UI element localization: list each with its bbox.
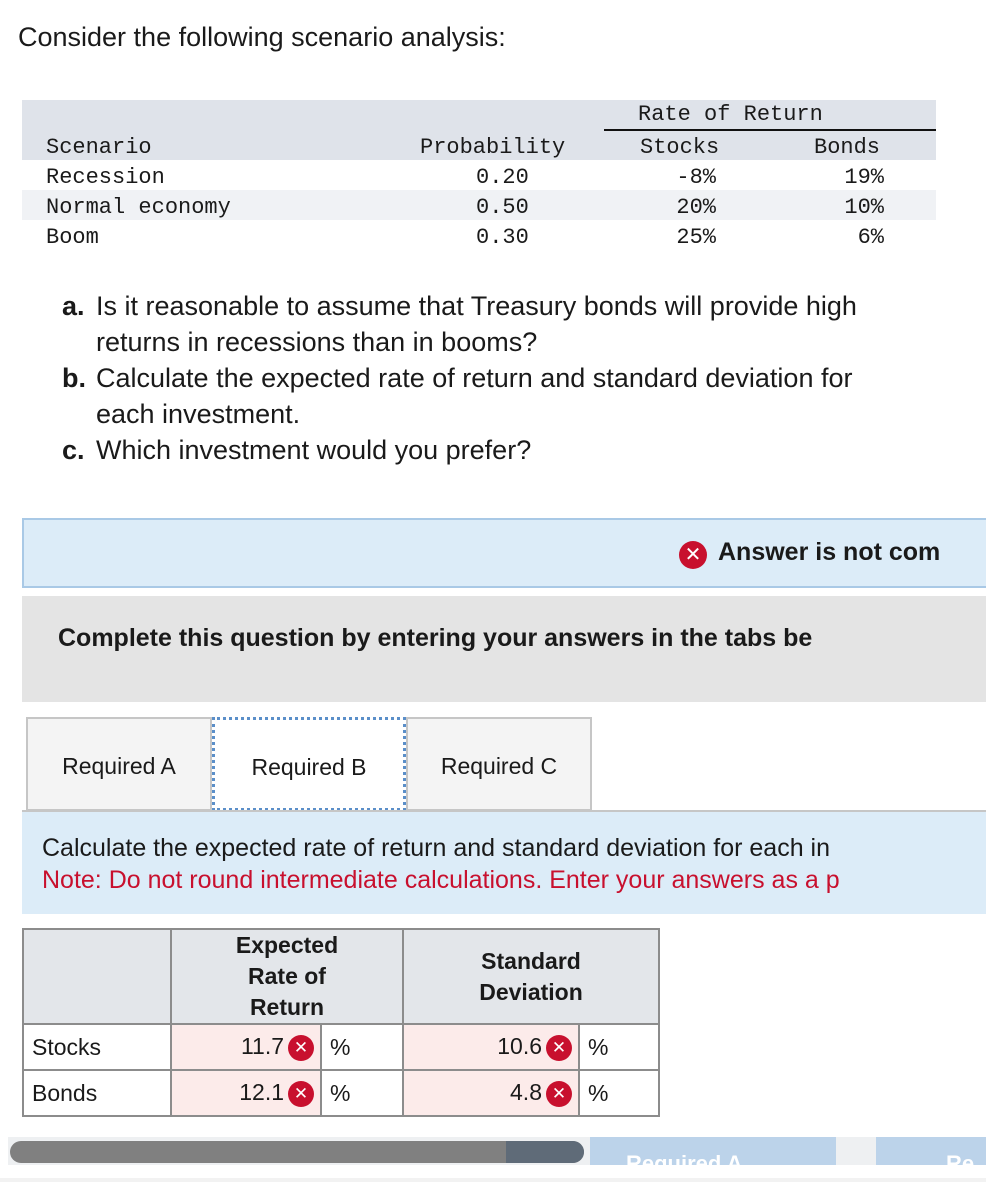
question-marker: a. bbox=[62, 291, 85, 321]
question-b: b. Calculate the expected rate of return… bbox=[62, 360, 986, 432]
question-marker: c. bbox=[62, 435, 85, 465]
corner-cell bbox=[22, 928, 172, 1025]
col-probability: Probability bbox=[420, 135, 566, 160]
tab-required-b[interactable]: Required B bbox=[212, 717, 406, 811]
error-x-icon: ✕ bbox=[679, 541, 707, 569]
row-label-stocks: Stocks bbox=[22, 1023, 172, 1071]
table-row: Stocks 11.7 ✕ % 10.6 ✕ % bbox=[22, 1023, 660, 1071]
col-bonds: Bonds bbox=[814, 135, 881, 160]
error-x-icon: ✕ bbox=[546, 1034, 572, 1061]
table-row: Bonds 12.1 ✕ % 4.8 ✕ % bbox=[22, 1069, 660, 1117]
header-rule bbox=[604, 129, 936, 131]
question-list: a. Is it reasonable to assume that Treas… bbox=[62, 288, 986, 468]
col-scenario: Scenario bbox=[46, 135, 152, 160]
percent-unit: % bbox=[578, 1069, 660, 1117]
header-line: Deviation bbox=[479, 978, 583, 1005]
std-dev-input-stocks[interactable]: 10.6 ✕ bbox=[402, 1023, 580, 1071]
row-label-bonds: Bonds bbox=[22, 1069, 172, 1117]
bottom-divider bbox=[0, 1178, 986, 1182]
question-text: Is it reasonable to assume that Treasury… bbox=[96, 291, 857, 321]
rate-of-return-header: Rate of Return bbox=[638, 102, 823, 127]
row-stocks: -8% bbox=[676, 165, 716, 190]
row-scenario: Recession bbox=[46, 165, 165, 190]
std-dev-header: Standard Deviation bbox=[402, 928, 660, 1025]
instructions-panel: Calculate the expected rate of return an… bbox=[22, 812, 986, 914]
question-text: each investment. bbox=[96, 399, 301, 429]
prev-required-button[interactable]: Required A bbox=[590, 1137, 836, 1165]
row-bonds: 19% bbox=[844, 165, 884, 190]
row-stocks: 20% bbox=[676, 195, 716, 220]
status-message: Answer is not com bbox=[718, 538, 941, 566]
scrollbar-thumb-end bbox=[506, 1141, 584, 1163]
row-bonds: 6% bbox=[857, 225, 884, 250]
header-line: Return bbox=[249, 994, 325, 1020]
answer-table: Expected Rate of Return Standard Deviati… bbox=[22, 928, 660, 1117]
percent-unit: % bbox=[320, 1069, 404, 1117]
instructions-note: Note: Do not round intermediate calculat… bbox=[42, 866, 840, 894]
complete-banner: Complete this question by entering your … bbox=[22, 596, 986, 702]
question-text: returns in recessions than in booms? bbox=[96, 327, 538, 357]
question-text: Which investment would you prefer? bbox=[96, 435, 532, 465]
scenario-table: Rate of Return Scenario Probability Stoc… bbox=[22, 100, 936, 250]
col-stocks: Stocks bbox=[640, 135, 720, 160]
error-x-icon: ✕ bbox=[546, 1080, 572, 1107]
tab-required-a[interactable]: Required A bbox=[26, 717, 212, 811]
row-bonds: 10% bbox=[844, 195, 884, 220]
prev-button-label: Required A bbox=[626, 1151, 743, 1165]
input-value: 11.7 bbox=[240, 1033, 284, 1060]
row-scenario: Boom bbox=[46, 225, 99, 250]
header-line: Rate of bbox=[248, 963, 326, 989]
answer-status-banner: ✕ Answer is not com bbox=[22, 518, 986, 588]
error-x-icon: ✕ bbox=[288, 1034, 314, 1061]
row-probability: 0.20 bbox=[476, 165, 529, 190]
question-c: c. Which investment would you prefer? bbox=[62, 432, 986, 468]
question-text: Calculate the expected rate of return an… bbox=[96, 363, 853, 393]
std-dev-input-bonds[interactable]: 4.8 ✕ bbox=[402, 1069, 580, 1117]
next-button-label: Re bbox=[946, 1151, 975, 1165]
tab-required-c[interactable]: Required C bbox=[406, 717, 592, 811]
expected-return-input-bonds[interactable]: 12.1 ✕ bbox=[170, 1069, 322, 1117]
instructions-text: Calculate the expected rate of return an… bbox=[42, 834, 831, 862]
input-value: 4.8 bbox=[510, 1079, 542, 1106]
percent-unit: % bbox=[320, 1023, 404, 1071]
input-value: 12.1 bbox=[239, 1079, 284, 1106]
row-probability: 0.30 bbox=[476, 225, 529, 250]
error-x-icon: ✕ bbox=[288, 1080, 314, 1107]
input-value: 10.6 bbox=[497, 1033, 542, 1060]
header-line: Standard bbox=[481, 947, 581, 974]
row-probability: 0.50 bbox=[476, 195, 529, 220]
row-stocks: 25% bbox=[676, 225, 716, 250]
expected-return-input-stocks[interactable]: 11.7 ✕ bbox=[170, 1023, 322, 1071]
question-a: a. Is it reasonable to assume that Treas… bbox=[62, 288, 986, 360]
question-marker: b. bbox=[62, 363, 86, 393]
row-scenario: Normal economy bbox=[46, 195, 231, 220]
header-line: Expected bbox=[235, 932, 339, 958]
next-required-button[interactable]: Re bbox=[876, 1137, 986, 1165]
intro-text: Consider the following scenario analysis… bbox=[18, 22, 506, 52]
expected-return-header: Expected Rate of Return bbox=[170, 928, 404, 1025]
percent-unit: % bbox=[578, 1023, 660, 1071]
scrollbar-thumb[interactable] bbox=[10, 1141, 584, 1163]
complete-text: Complete this question by entering your … bbox=[58, 624, 813, 652]
